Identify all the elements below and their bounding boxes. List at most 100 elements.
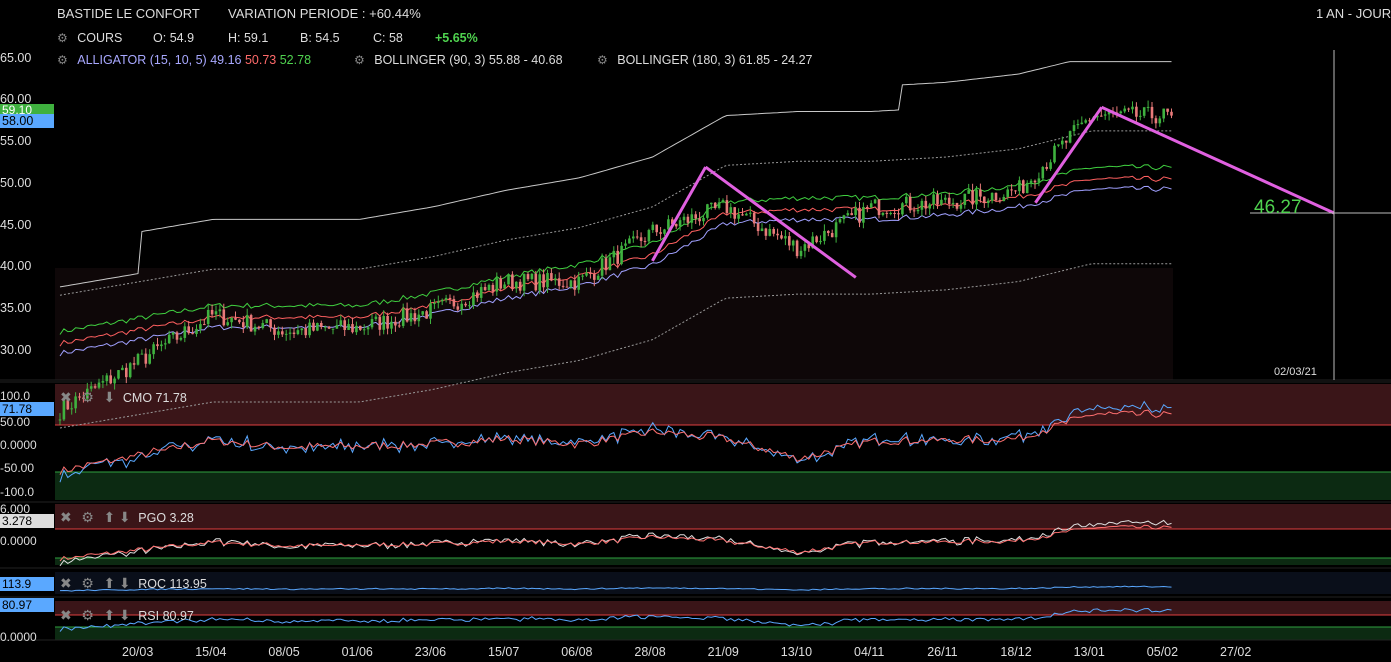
candle-body (651, 224, 655, 231)
candle-body (347, 324, 350, 330)
arrow-down-icon[interactable]: ⬇ (104, 389, 116, 405)
gear-icon[interactable]: ⚙ (81, 389, 94, 405)
candle-body (359, 325, 362, 330)
x-tick-label: 08/05 (268, 645, 300, 659)
candle-body (203, 324, 206, 326)
arrow-down-icon[interactable]: ⬇ (119, 509, 131, 525)
candle-body (854, 207, 857, 216)
candle-body (191, 333, 194, 335)
pgo-axis-tick: 0.0000 (0, 534, 37, 548)
candle-body (1103, 114, 1107, 116)
candle-body (70, 408, 73, 410)
candle-body (1018, 180, 1021, 192)
candle-body (1100, 115, 1103, 117)
candle-body (1010, 189, 1013, 191)
candle-body (1014, 190, 1017, 192)
candle-body (990, 192, 994, 201)
candle-body (674, 223, 678, 227)
arrow-down-icon[interactable]: ⬇ (119, 607, 131, 623)
candle-body (160, 344, 163, 347)
candle-body (624, 243, 627, 246)
candle-body (686, 216, 690, 223)
close-icon[interactable]: ✖ (60, 509, 72, 525)
candle-body (386, 315, 389, 329)
gear-icon[interactable]: ⚙ (81, 509, 94, 525)
arrow-up-icon[interactable]: ⬆ (104, 509, 116, 525)
candle-body (121, 367, 124, 371)
candle-body (749, 212, 752, 214)
candle-body (745, 213, 748, 216)
arrow-up-icon[interactable]: ⬆ (104, 607, 116, 623)
candle-body (503, 284, 506, 289)
candle-body (784, 236, 787, 239)
candle-body (444, 297, 448, 300)
candle-body (113, 378, 116, 384)
close-icon[interactable]: ✖ (60, 607, 72, 623)
candle-body (152, 344, 155, 355)
x-tick-label: 21/09 (707, 645, 739, 659)
candle-body (1119, 111, 1123, 114)
candle-body (1064, 140, 1068, 143)
candle-body (483, 287, 487, 291)
candle-body (308, 322, 311, 336)
candle-body (725, 200, 729, 214)
x-tick-label: 18/12 (1000, 645, 1032, 659)
candle-body (1072, 125, 1076, 132)
candle-body (963, 193, 967, 206)
candle-body (234, 317, 237, 320)
arrow-down-icon[interactable]: ⬇ (119, 575, 131, 591)
candle-body (593, 274, 596, 280)
candle-body (604, 258, 608, 271)
candle-body (148, 354, 151, 364)
candle-body (1053, 145, 1056, 163)
candle-body (433, 302, 436, 304)
candle-body (101, 381, 105, 383)
candle-body (546, 273, 549, 288)
roc-value-tag: 113.9 (0, 577, 54, 591)
candle-body (967, 190, 970, 194)
candle-body (1002, 196, 1006, 202)
candle-body (456, 306, 460, 310)
candle-body (823, 230, 826, 241)
rsi-oversold-zone (55, 627, 1391, 640)
candle-body (944, 197, 947, 200)
candle-body (920, 200, 924, 210)
candle-body (362, 329, 366, 331)
pgo-header: ✖ ⚙ ⬆ ⬇ PGO 3.28 (60, 509, 194, 526)
candle-body (733, 207, 736, 219)
candle-body (288, 332, 292, 334)
candle-body (756, 223, 760, 232)
candle-body (1037, 178, 1041, 183)
candle-body (983, 196, 986, 203)
candle-body (889, 212, 892, 214)
candle-body (873, 199, 877, 204)
candle-body (206, 309, 210, 325)
candle-body (440, 299, 444, 302)
candle-body (842, 215, 846, 220)
gear-icon[interactable]: ⚙ (81, 575, 94, 591)
candle-body (265, 319, 268, 324)
candle-body (639, 237, 643, 241)
candle-body (401, 308, 405, 326)
close-icon[interactable]: ✖ (60, 389, 72, 405)
candle-body (226, 322, 229, 326)
candle-body (940, 199, 943, 205)
candle-body (327, 326, 331, 329)
candle-body (538, 274, 541, 291)
candle-body (1045, 166, 1048, 169)
close-icon[interactable]: ✖ (60, 575, 72, 591)
candle-body (799, 250, 803, 257)
candle-body (737, 214, 740, 219)
candle-body (1025, 182, 1029, 194)
candle-body (242, 322, 245, 328)
candle-body (93, 386, 97, 388)
candle-body (1123, 108, 1126, 112)
candle-body (448, 297, 452, 300)
candle-body (994, 192, 998, 201)
candle-body (413, 313, 417, 322)
candle-body (928, 204, 931, 209)
gear-icon[interactable]: ⚙ (81, 607, 94, 623)
candle-body (464, 303, 467, 306)
arrow-up-icon[interactable]: ⬆ (104, 575, 116, 591)
candle-body (1142, 107, 1146, 116)
